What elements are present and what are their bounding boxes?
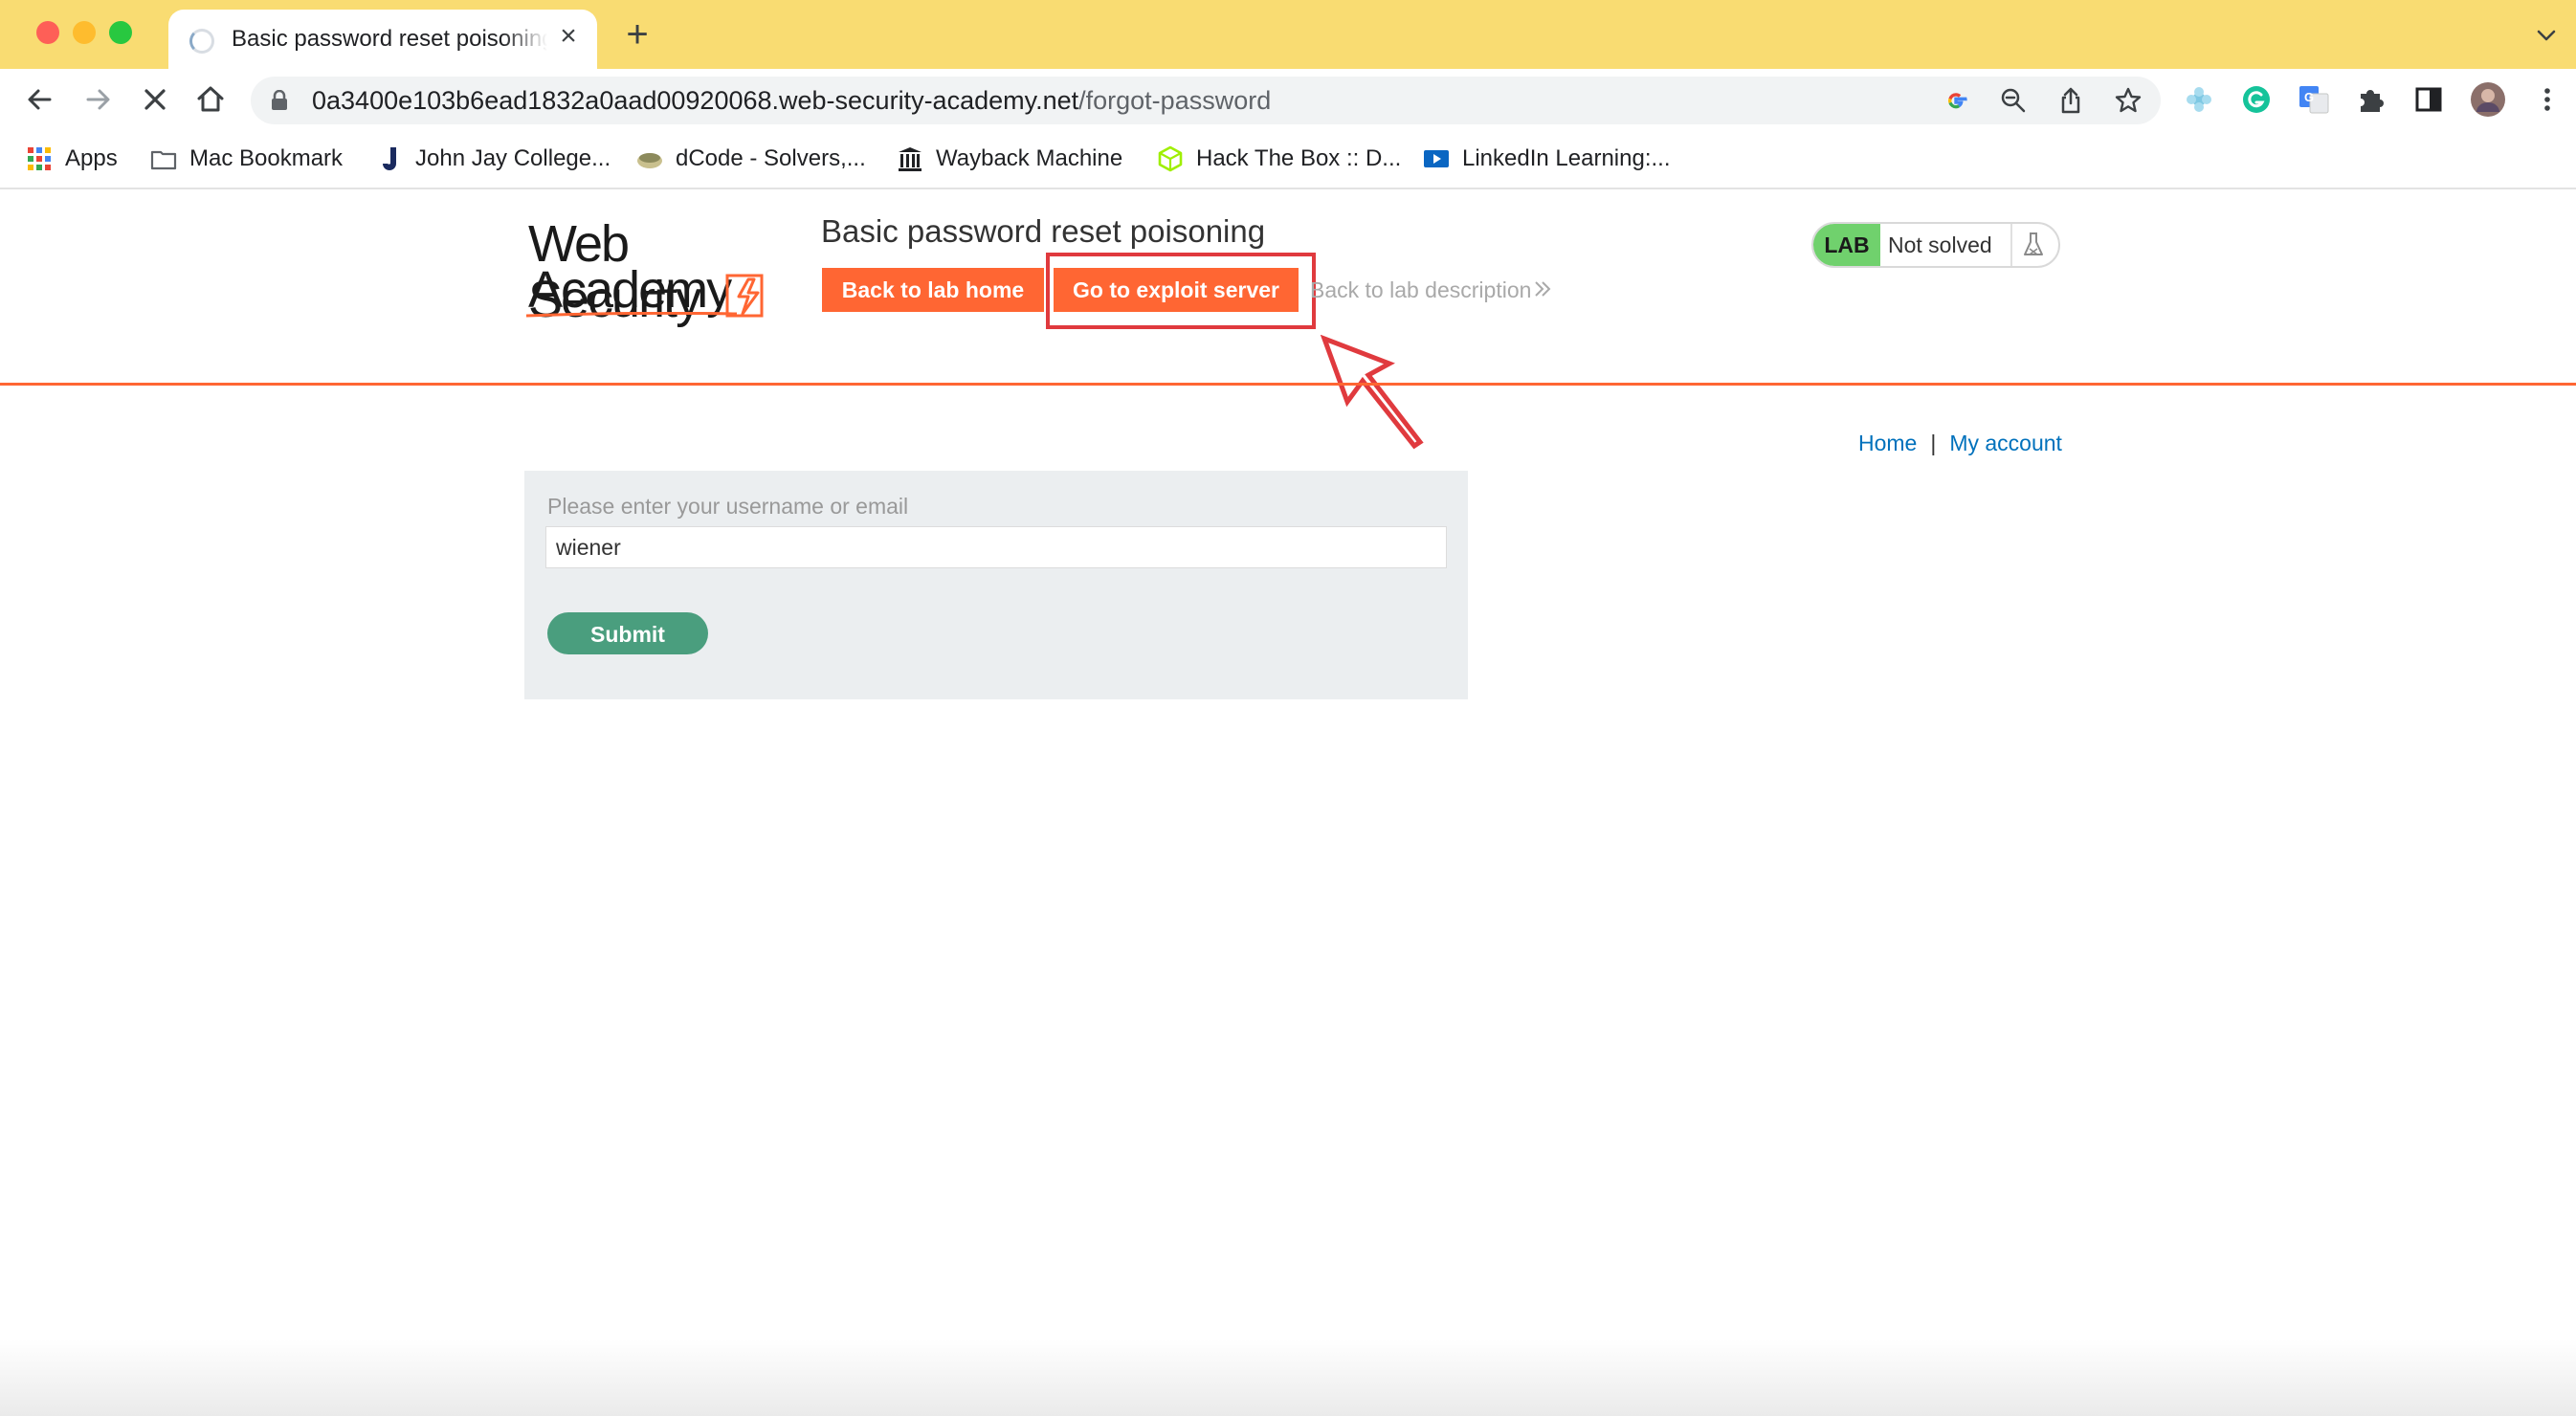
new-tab-button[interactable]: + [620,15,655,54]
bookmark-label: Mac Bookmark [189,145,344,171]
back-to-lab-description-link[interactable]: Back to lab description [1310,276,1531,304]
bookmark-hackthebox[interactable]: Hack The Box :: D... [1156,140,1401,178]
bookmark-label: LinkedIn Learning:... [1462,145,1671,171]
wayback-icon [899,147,922,171]
url-text[interactable]: 0a3400e103b6ead1832a0aad00920068.web-sec… [312,84,1271,117]
bookmark-linkedin-learning[interactable]: LinkedIn Learning:... [1422,140,1671,178]
bookmark-dcode[interactable]: dCode - Solvers,... [635,140,866,178]
linkedin-learning-icon [1424,150,1449,167]
extension-flower-icon[interactable] [2180,80,2218,119]
url-path: /forgot-password [1078,86,1272,115]
side-panel-icon[interactable] [2409,80,2448,119]
submit-button[interactable]: Submit [547,612,708,654]
bookmarks-bar: Apps Mac Bookmark John Jay College... dC… [0,130,2576,189]
browser-tab-active[interactable]: Basic password reset poisoning × [168,10,597,69]
loading-spinner-icon [189,29,214,54]
extensions-puzzle-icon[interactable] [2352,80,2390,119]
url-host: 0a3400e103b6ead1832a0aad00920068.web-sec… [312,86,1079,115]
nav-my-account-link[interactable]: My account [1949,431,2062,455]
folder-icon [150,150,177,170]
forgot-password-form: Please enter your username or email Subm… [524,471,1468,699]
chevron-down-icon[interactable] [2534,23,2559,48]
lab-title: Basic password reset poisoning [821,213,1266,249]
username-email-input[interactable] [545,526,1447,568]
window-zoom-button[interactable] [109,21,132,44]
home-icon[interactable] [189,78,232,121]
google-translate-icon[interactable]: G [2295,80,2333,119]
back-arrow-icon[interactable] [19,78,61,121]
bookmark-label: Wayback Machine [936,145,1123,171]
google-icon[interactable] [1941,85,1971,116]
lock-icon[interactable] [270,90,289,111]
dcode-icon [637,153,662,168]
back-to-lab-home-button[interactable]: Back to lab home [822,268,1044,312]
lab-badge: LAB [1813,224,1880,266]
double-chevron-right-icon[interactable] [1531,277,1554,300]
john-jay-icon [383,147,396,170]
forward-arrow-icon[interactable] [77,78,119,121]
logo-text-line2: Academy [528,261,732,319]
lab-status-widget: LAB Not solved [1811,222,2060,268]
bookmark-apps[interactable]: Apps [25,140,118,178]
profile-avatar[interactable] [2469,80,2507,119]
bookmark-star-icon[interactable] [2113,85,2143,116]
svg-text:G: G [2304,90,2314,104]
bookmark-wayback[interactable]: Wayback Machine [896,140,1122,178]
bottom-shadow [0,1339,2576,1416]
annotation-arrow-icon [1321,335,1424,450]
share-icon[interactable] [2055,85,2086,116]
web-security-academy-logo[interactable]: Web Security Academy [526,216,804,327]
top-nav: Home | My account [1858,427,2062,459]
close-icon[interactable]: × [553,21,584,52]
bookmark-label: Hack The Box :: D... [1196,145,1402,171]
apps-grid-icon [28,147,51,170]
lab-status-text: Not solved [1888,232,1992,257]
bookmark-label: Apps [65,145,118,171]
stop-loading-icon[interactable] [134,78,176,121]
flask-icon [2024,232,2043,255]
nav-separator: | [1930,431,1937,455]
bookmark-label: John Jay College... [415,145,611,171]
lab-status-divider [2010,224,2012,266]
bookmark-label: dCode - Solvers,... [676,145,866,171]
more-menu-icon[interactable] [2528,80,2566,119]
hackthebox-icon [1158,145,1183,172]
nav-home-link[interactable]: Home [1858,431,1917,455]
window-minimize-button[interactable] [73,21,96,44]
window-close-button[interactable] [36,21,59,44]
bookmark-mac-bookmark[interactable]: Mac Bookmark [149,140,343,178]
annotation-highlight-box [1046,253,1316,329]
logo-underline [526,312,737,318]
address-bar[interactable]: 0a3400e103b6ead1832a0aad00920068.web-sec… [251,77,2161,124]
tab-title: Basic password reset poisoning [232,26,547,52]
bookmark-john-jay[interactable]: John Jay College... [375,140,611,178]
browser-toolbar: 0a3400e103b6ead1832a0aad00920068.web-sec… [0,69,2576,130]
tab-strip: Basic password reset poisoning × + [0,0,2576,69]
grammarly-icon[interactable] [2237,80,2276,119]
zoom-icon[interactable] [1998,85,2029,116]
header-divider [0,383,2576,386]
username-email-label: Please enter your username or email [547,494,909,519]
